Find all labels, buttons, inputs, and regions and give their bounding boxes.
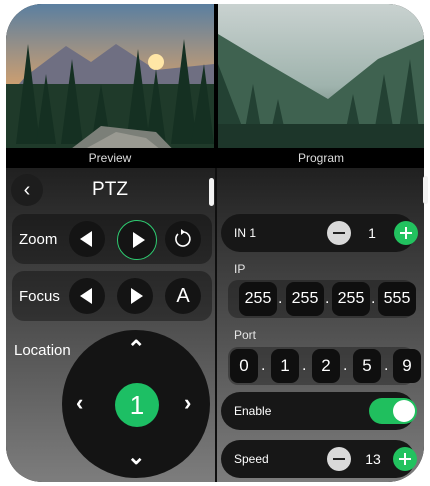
zoom-reset-button[interactable] bbox=[165, 221, 201, 257]
preview-image bbox=[6, 4, 214, 168]
port-digit-4[interactable]: 5 bbox=[353, 349, 381, 383]
program-image bbox=[218, 4, 424, 168]
port-dot: . bbox=[261, 357, 266, 374]
chevron-left-icon: ‹ bbox=[23, 178, 31, 201]
zoom-in-button[interactable] bbox=[117, 220, 157, 260]
input-label: IN 1 bbox=[234, 226, 257, 240]
input-value: 1 bbox=[368, 225, 376, 241]
speed-decrement-button[interactable] bbox=[327, 447, 351, 471]
ip-dot: . bbox=[325, 290, 330, 307]
ip-octet-2[interactable]: 255 bbox=[286, 282, 324, 316]
ip-octet-4[interactable]: 555 bbox=[378, 282, 416, 316]
pan-right-button[interactable]: › bbox=[184, 390, 191, 416]
program-pane[interactable]: Program bbox=[218, 4, 424, 168]
port-digit-2[interactable]: 1 bbox=[271, 349, 299, 383]
location-label: Location bbox=[14, 342, 71, 359]
speed-value: 13 bbox=[365, 451, 381, 467]
input-row: IN 1 1 bbox=[221, 214, 418, 252]
ip-label: IP bbox=[234, 262, 246, 276]
rotate-ccw-icon bbox=[175, 229, 191, 247]
ip-octet-1[interactable]: 255 bbox=[239, 282, 277, 316]
program-label: Program bbox=[218, 148, 424, 168]
preview-label: Preview bbox=[6, 148, 214, 168]
input-decrement-button[interactable] bbox=[327, 221, 351, 245]
pan-left-button[interactable]: ‹ bbox=[76, 390, 83, 416]
speed-label: Speed bbox=[234, 452, 269, 466]
port-label: Port bbox=[234, 328, 257, 342]
port-digit-5[interactable]: 9 bbox=[393, 349, 421, 383]
right-scrollbar[interactable] bbox=[423, 176, 428, 204]
ptz-title: PTZ bbox=[92, 179, 128, 200]
port-digit-3[interactable]: 2 bbox=[312, 349, 340, 383]
preview-pane[interactable]: Preview bbox=[6, 4, 214, 168]
focus-label: Focus bbox=[19, 288, 60, 305]
zoom-label: Zoom bbox=[19, 231, 58, 248]
back-button[interactable]: ‹ bbox=[11, 174, 43, 206]
focus-auto-label: A bbox=[176, 284, 190, 307]
enable-label: Enable bbox=[234, 404, 272, 418]
speed-increment-button[interactable] bbox=[393, 447, 417, 471]
toggle-knob bbox=[393, 400, 415, 422]
pan-up-button[interactable]: ⌃ bbox=[127, 336, 145, 362]
port-digit-1[interactable]: 0 bbox=[230, 349, 258, 383]
panel-divider bbox=[215, 168, 217, 482]
enable-toggle[interactable] bbox=[369, 398, 417, 424]
focus-auto-button[interactable]: A bbox=[165, 278, 201, 314]
preset-button[interactable]: 1 bbox=[115, 383, 159, 427]
input-increment-button[interactable] bbox=[394, 221, 418, 245]
zoom-out-button[interactable] bbox=[69, 221, 105, 257]
location-dpad: ⌃ ⌄ ‹ › 1 bbox=[62, 330, 210, 478]
speed-row: Speed 13 bbox=[221, 440, 417, 478]
arrow-right-icon bbox=[130, 288, 143, 304]
pan-down-button[interactable]: ⌄ bbox=[127, 444, 145, 470]
focus-far-button[interactable] bbox=[117, 278, 153, 314]
arrow-left-icon bbox=[79, 231, 92, 247]
port-dot: . bbox=[343, 357, 348, 374]
ip-dot: . bbox=[278, 290, 283, 307]
ip-octet-3[interactable]: 255 bbox=[332, 282, 370, 316]
focus-near-button[interactable] bbox=[69, 278, 105, 314]
arrow-right-icon bbox=[132, 232, 145, 248]
port-dot: . bbox=[384, 357, 389, 374]
arrow-left-icon bbox=[79, 288, 92, 304]
port-dot: . bbox=[302, 357, 307, 374]
ip-dot: . bbox=[371, 290, 376, 307]
left-scrollbar[interactable] bbox=[209, 178, 214, 206]
